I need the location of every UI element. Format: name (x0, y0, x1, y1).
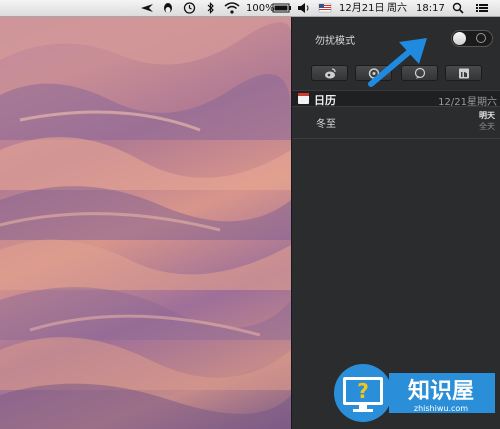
list-icon[interactable] (475, 1, 489, 16)
event-time: 全天 (479, 122, 495, 131)
svg-text:?: ? (357, 379, 369, 403)
weibo-share-button[interactable] (311, 65, 348, 81)
watermark: ? 知识屋 zhishiwu.com (333, 363, 497, 423)
do-not-disturb-toggle[interactable] (451, 30, 493, 47)
linkedin-share-button[interactable] (445, 65, 482, 81)
qq-penguin-icon[interactable] (162, 1, 174, 16)
calendar-event[interactable]: 冬至 明天 全天 (292, 107, 500, 137)
weibo-icon (325, 68, 336, 79)
event-day: 明天 (479, 111, 495, 120)
battery-percent: 100% (246, 3, 275, 14)
calendar-header[interactable]: 日历 12/21星期六 (292, 90, 500, 108)
volume-icon[interactable] (297, 1, 310, 16)
event-title: 冬至 (316, 119, 336, 130)
svg-text:知识屋: 知识屋 (408, 378, 474, 404)
sand-dunes-image (0, 0, 291, 429)
linkedin-icon (459, 68, 469, 79)
battery-icon[interactable] (272, 1, 292, 16)
menu-bar: 100% 12月21日 周六 18:17 (0, 0, 500, 17)
wifi-icon[interactable] (224, 1, 240, 16)
airplane-icon[interactable] (140, 1, 154, 16)
menubar-weekday[interactable]: 周六 (387, 1, 407, 16)
annotation-arrow-icon (368, 38, 427, 87)
calendar-date: 12/21星期六 (438, 97, 497, 108)
zhishiwu-logo: ? 知识屋 zhishiwu.com (334, 364, 495, 422)
search-icon[interactable] (452, 1, 464, 16)
desktop-wallpaper (0, 0, 291, 429)
flag-icon[interactable] (318, 1, 332, 16)
do-not-disturb-label: 勿扰模式 (315, 36, 355, 47)
calendar-title: 日历 (314, 94, 336, 107)
bluetooth-icon[interactable] (207, 1, 215, 16)
menubar-date[interactable]: 12月21日 (339, 1, 384, 16)
calendar-icon (298, 93, 309, 104)
toggle-off-indicator (476, 33, 486, 43)
section-divider (292, 138, 500, 139)
time-machine-icon[interactable] (183, 1, 196, 16)
menubar-time[interactable]: 18:17 (416, 1, 445, 16)
svg-text:zhishiwu.com: zhishiwu.com (414, 404, 468, 413)
toggle-knob (453, 32, 466, 45)
